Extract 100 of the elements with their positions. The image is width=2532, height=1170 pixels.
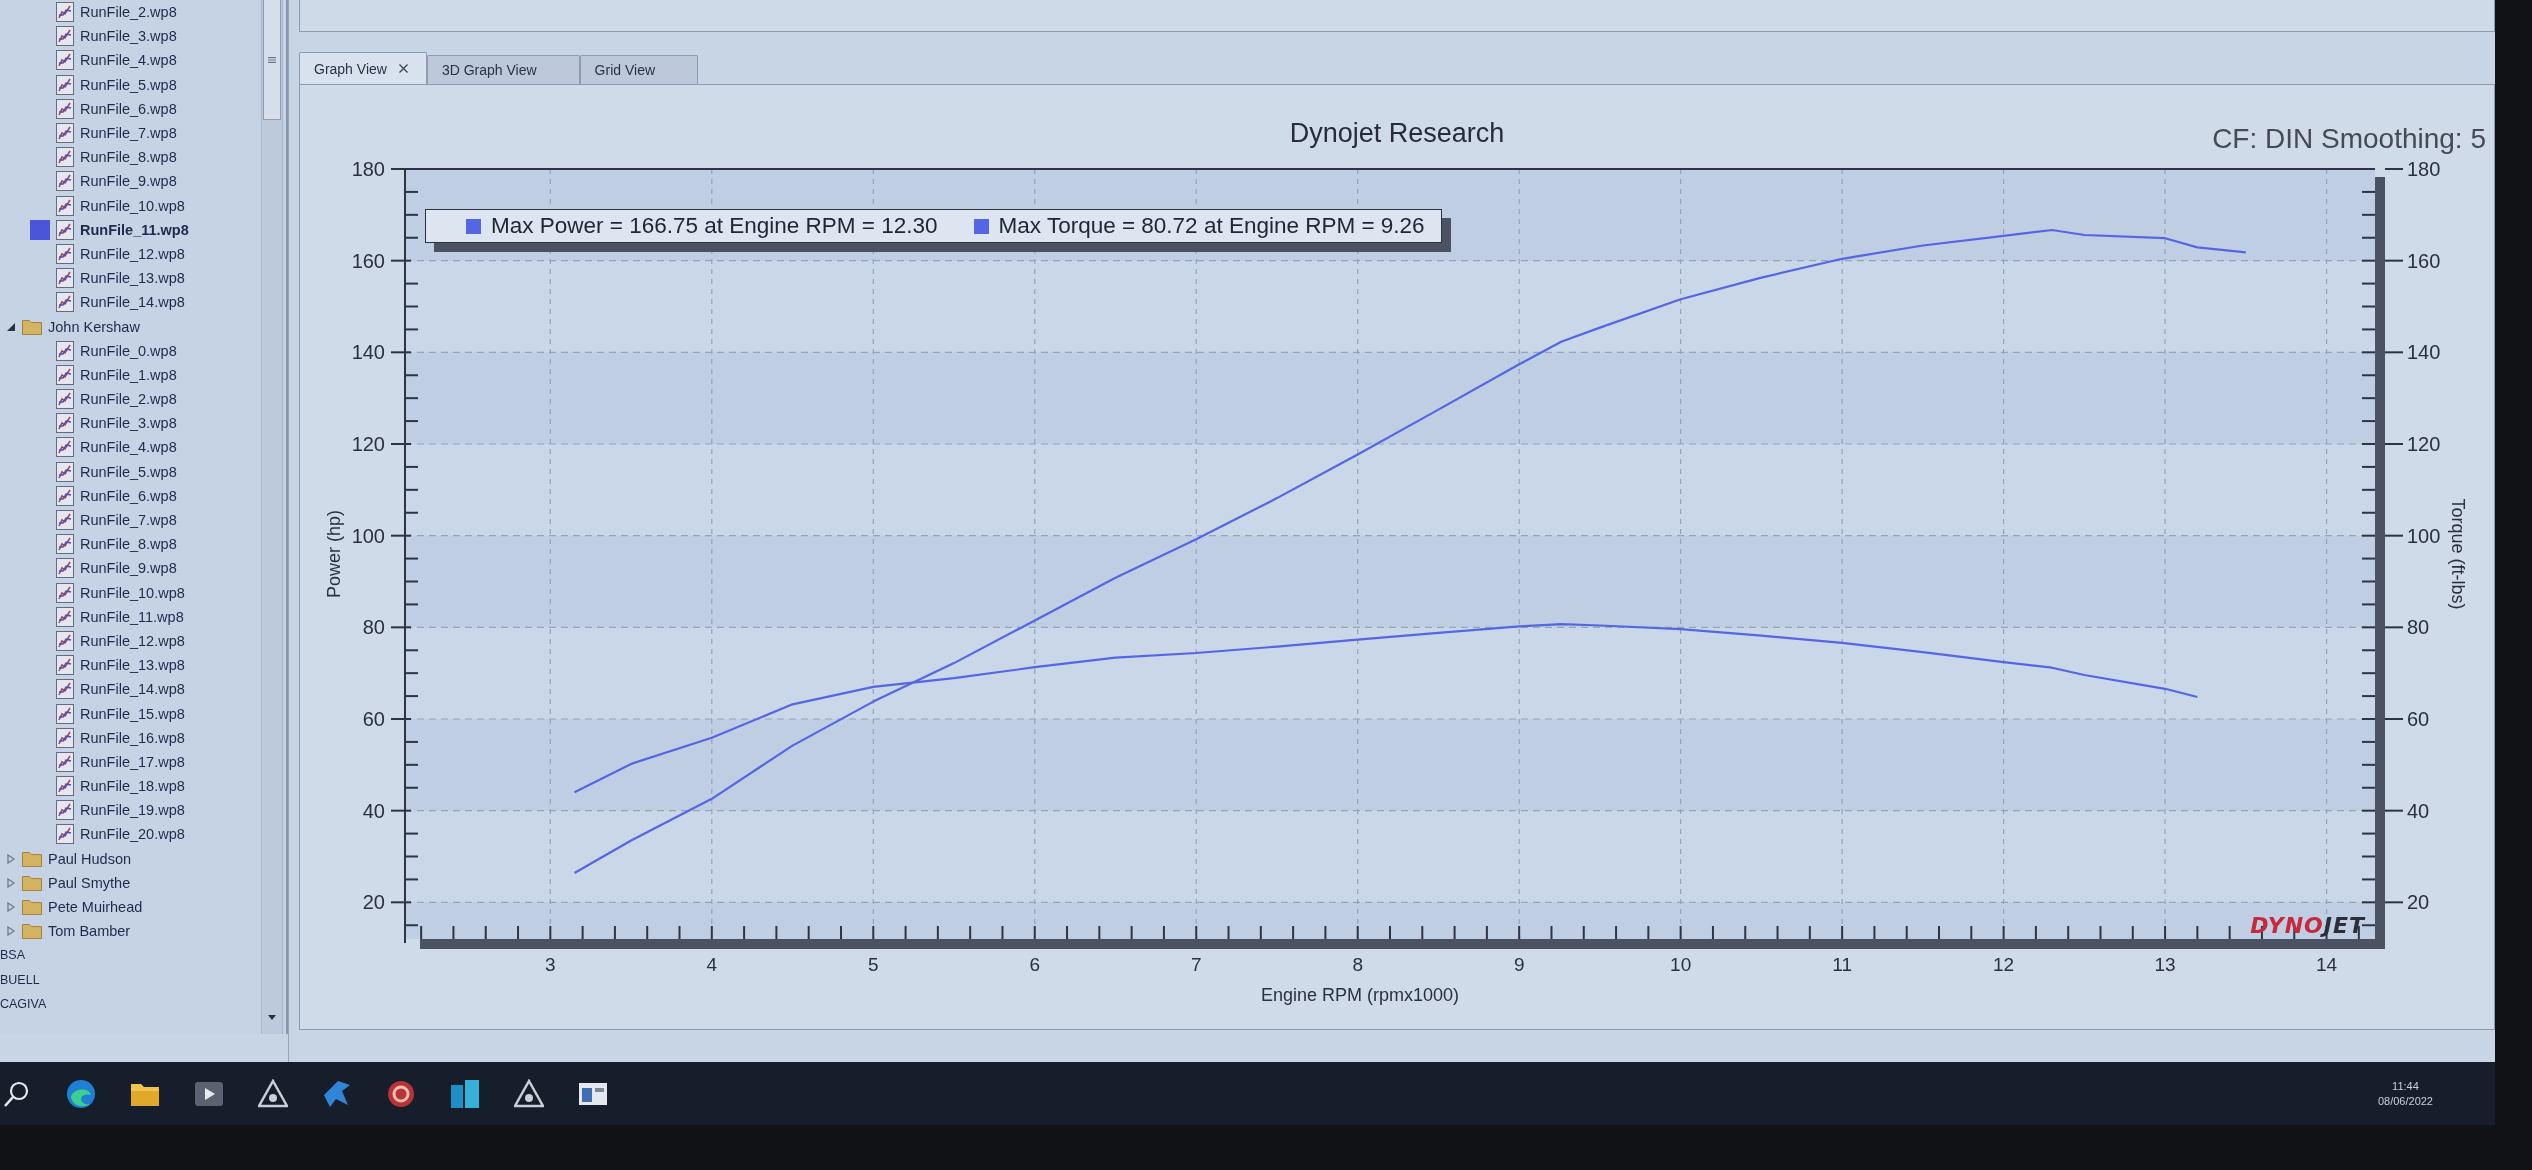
tree-item[interactable]: RunFile_0.wp8 [56, 339, 177, 362]
chart-document-icon [56, 655, 74, 676]
chart-document-icon [56, 727, 74, 748]
triangle-icon[interactable] [514, 1078, 544, 1109]
axis-tick-label: 60 [362, 708, 385, 730]
tab[interactable]: Grid View [579, 55, 699, 84]
chart-document-icon [56, 2, 74, 23]
tree-item[interactable]: Paul Hudson [22, 847, 132, 870]
clock-date[interactable]: 08/06/2022 [2377, 1095, 2433, 1107]
chart-document-icon [56, 364, 74, 385]
folder-icon [22, 318, 42, 335]
axis-tick-label: 140 [351, 341, 385, 364]
axis-tick-label: 100 [351, 524, 385, 547]
chart-document-icon [56, 292, 74, 313]
tree-item[interactable]: BSA [0, 944, 25, 967]
tab[interactable]: 3D Graph View [426, 55, 580, 84]
chart-document-icon [56, 123, 74, 144]
tree-item[interactable]: RunFile_5.wp8 [56, 460, 177, 483]
tree-item[interactable]: RunFile_5.wp8 [56, 73, 177, 96]
tree-item[interactable]: RunFile_20.wp8 [56, 823, 185, 846]
chart-document-icon [56, 606, 74, 627]
tree-item[interactable]: RunFile_10.wp8 [56, 581, 185, 604]
tree-item[interactable]: RunFile_12.wp8 [56, 242, 185, 265]
browser-icon[interactable] [66, 1078, 96, 1109]
axis-tick-label: 12 [1993, 954, 2015, 975]
caret-icon[interactable] [6, 321, 16, 332]
chart-document-icon [56, 147, 74, 168]
tree-item[interactable]: RunFile_14.wp8 [56, 678, 185, 701]
scrollbar[interactable] [261, 0, 283, 1034]
tree-item[interactable]: Pete Muirhead [22, 896, 143, 919]
chart-document-icon [56, 679, 74, 700]
tree-item[interactable]: RunFile_7.wp8 [56, 122, 177, 145]
triangle-icon[interactable] [258, 1078, 288, 1109]
axis-tick-label: 80 [362, 616, 385, 639]
chart-document-icon [56, 558, 74, 579]
chart-document-icon [56, 751, 74, 772]
folder-icon [22, 923, 42, 940]
tree-item[interactable]: RunFile_6.wp8 [56, 484, 177, 507]
scroll-down-icon[interactable] [268, 1015, 276, 1020]
axis-tick-label: 6 [1029, 954, 1041, 975]
tree-item[interactable]: RunFile_3.wp8 [56, 25, 177, 48]
axis-title: Engine RPM (rpmx1000) [1260, 985, 1460, 1005]
tree-item[interactable]: RunFile_19.wp8 [56, 799, 185, 822]
close-icon[interactable] [398, 64, 408, 73]
tree-item[interactable]: Paul Smythe [22, 871, 131, 894]
dynojet-logo: DYNOJET [2250, 913, 2365, 938]
tree-item[interactable]: BUELL [0, 968, 40, 991]
tree-item[interactable]: RunFile_8.wp8 [56, 146, 177, 169]
tree-item[interactable]: RunFile_10.wp8 [56, 194, 185, 217]
axis-title: Torque (ft-lbs) [2448, 498, 2468, 610]
chart-document-icon [56, 413, 74, 434]
tree-item[interactable]: RunFile_2.wp8 [56, 388, 177, 411]
tree-item[interactable]: RunFile_6.wp8 [56, 97, 177, 120]
chart-document-icon [56, 195, 74, 216]
tree-item[interactable]: RunFile_7.wp8 [56, 509, 177, 532]
scrollbar-thumb[interactable] [263, 0, 281, 120]
arrow-icon[interactable] [322, 1078, 352, 1109]
tree-item[interactable]: RunFile_11.wp8 [56, 605, 184, 628]
axis-tick-label: 80 [2407, 616, 2430, 639]
tree-item[interactable]: RunFile_3.wp8 [56, 412, 177, 435]
tree-item[interactable]: RunFile_8.wp8 [56, 533, 177, 556]
tree-item[interactable]: RunFile_13.wp8 [56, 267, 185, 290]
chart-document-icon [56, 340, 74, 361]
ring-icon[interactable] [386, 1078, 416, 1109]
tree-item[interactable]: RunFile_14.wp8 [56, 291, 185, 314]
chart-document-icon [56, 50, 74, 71]
settings-text: CF: DIN Smoothing: 5 [2212, 123, 2486, 155]
axis-tick-label: 11 [1832, 954, 1852, 975]
tree-item[interactable]: RunFile_17.wp8 [56, 750, 185, 773]
tree-item[interactable]: RunFile_9.wp8 [56, 170, 177, 193]
legend-text: Max Power = 166.75 at Engine RPM = 12.30 [491, 213, 938, 239]
axis-tick-label: 7 [1190, 954, 1202, 975]
chart-document-icon [56, 630, 74, 651]
tree-item[interactable]: RunFile_4.wp8 [56, 49, 177, 72]
tree-item[interactable]: RunFile_2.wp8 [56, 1, 177, 24]
axis-title: Power (hp) [324, 510, 344, 598]
tree-item[interactable]: John Kershaw [22, 315, 140, 338]
chart-document-icon [56, 510, 74, 531]
axis-tick-label: 40 [362, 799, 385, 822]
tree-item[interactable]: RunFile_15.wp8 [56, 702, 185, 725]
tree-item[interactable]: RunFile_11.wp8 [56, 218, 189, 241]
tree-item[interactable]: RunFile_12.wp8 [56, 629, 185, 652]
tab[interactable]: Graph View [299, 52, 427, 84]
tree-item[interactable]: RunFile_16.wp8 [56, 726, 185, 749]
tree-item[interactable]: RunFile_1.wp8 [56, 363, 177, 386]
folder-icon [22, 850, 42, 867]
tree-item[interactable]: RunFile_18.wp8 [56, 775, 185, 798]
tree-item[interactable]: RunFile_9.wp8 [56, 557, 177, 580]
axis-tick-label: 8 [1352, 954, 1363, 975]
clock-time[interactable]: 11:44 [2392, 1080, 2419, 1092]
tree-item[interactable]: CAGIVA [0, 992, 47, 1015]
axis-tick-label: 13 [2154, 954, 2176, 975]
tiles-icon[interactable] [450, 1078, 480, 1109]
chart-document-icon [56, 171, 74, 192]
tree-item[interactable]: Tom Bamber [22, 920, 131, 943]
legend-text: Max Torque = 80.72 at Engine RPM = 9.26 [998, 213, 1425, 239]
axis-tick-label: 120 [351, 433, 385, 455]
tree-item[interactable]: RunFile_13.wp8 [56, 654, 185, 677]
axis-tick-label: 20 [2407, 891, 2430, 914]
tree-item[interactable]: RunFile_4.wp8 [56, 436, 177, 459]
